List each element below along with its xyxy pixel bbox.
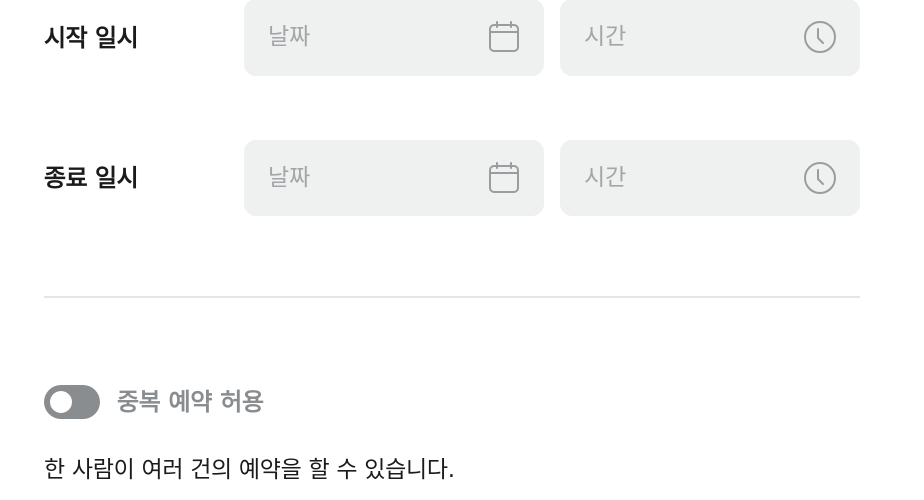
end-time-placeholder: 시간 (584, 165, 627, 191)
duplicate-booking-label[interactable]: 중복 예약 허용 (117, 380, 264, 424)
start-datetime-label: 시작 일시 (44, 24, 139, 52)
end-datetime-row: 종료 일시 날짜 시간 (0, 140, 924, 216)
duplicate-booking-description: 한 사람이 여러 건의 예약을 할 수 있습니다. (44, 457, 455, 483)
reservation-period-form: 시작 일시 날짜 시간 종료 일시 날짜 시간 중복 예약 허용 한 사람이 여… (0, 0, 924, 500)
end-time-field[interactable]: 시간 (560, 140, 860, 216)
duplicate-booking-toggle[interactable] (44, 385, 100, 419)
start-date-field[interactable]: 날짜 (244, 0, 544, 76)
toggle-knob (50, 391, 72, 413)
start-datetime-row: 시작 일시 날짜 시간 (0, 0, 924, 76)
start-date-placeholder: 날짜 (268, 24, 311, 50)
clock-icon (803, 20, 837, 54)
calendar-icon (487, 20, 521, 54)
end-datetime-label: 종료 일시 (44, 164, 139, 192)
end-date-field[interactable]: 날짜 (244, 140, 544, 216)
section-divider (44, 296, 860, 298)
end-date-placeholder: 날짜 (268, 165, 311, 191)
start-time-field[interactable]: 시간 (560, 0, 860, 76)
start-time-placeholder: 시간 (584, 24, 627, 50)
calendar-icon (487, 161, 521, 195)
clock-icon (803, 161, 837, 195)
